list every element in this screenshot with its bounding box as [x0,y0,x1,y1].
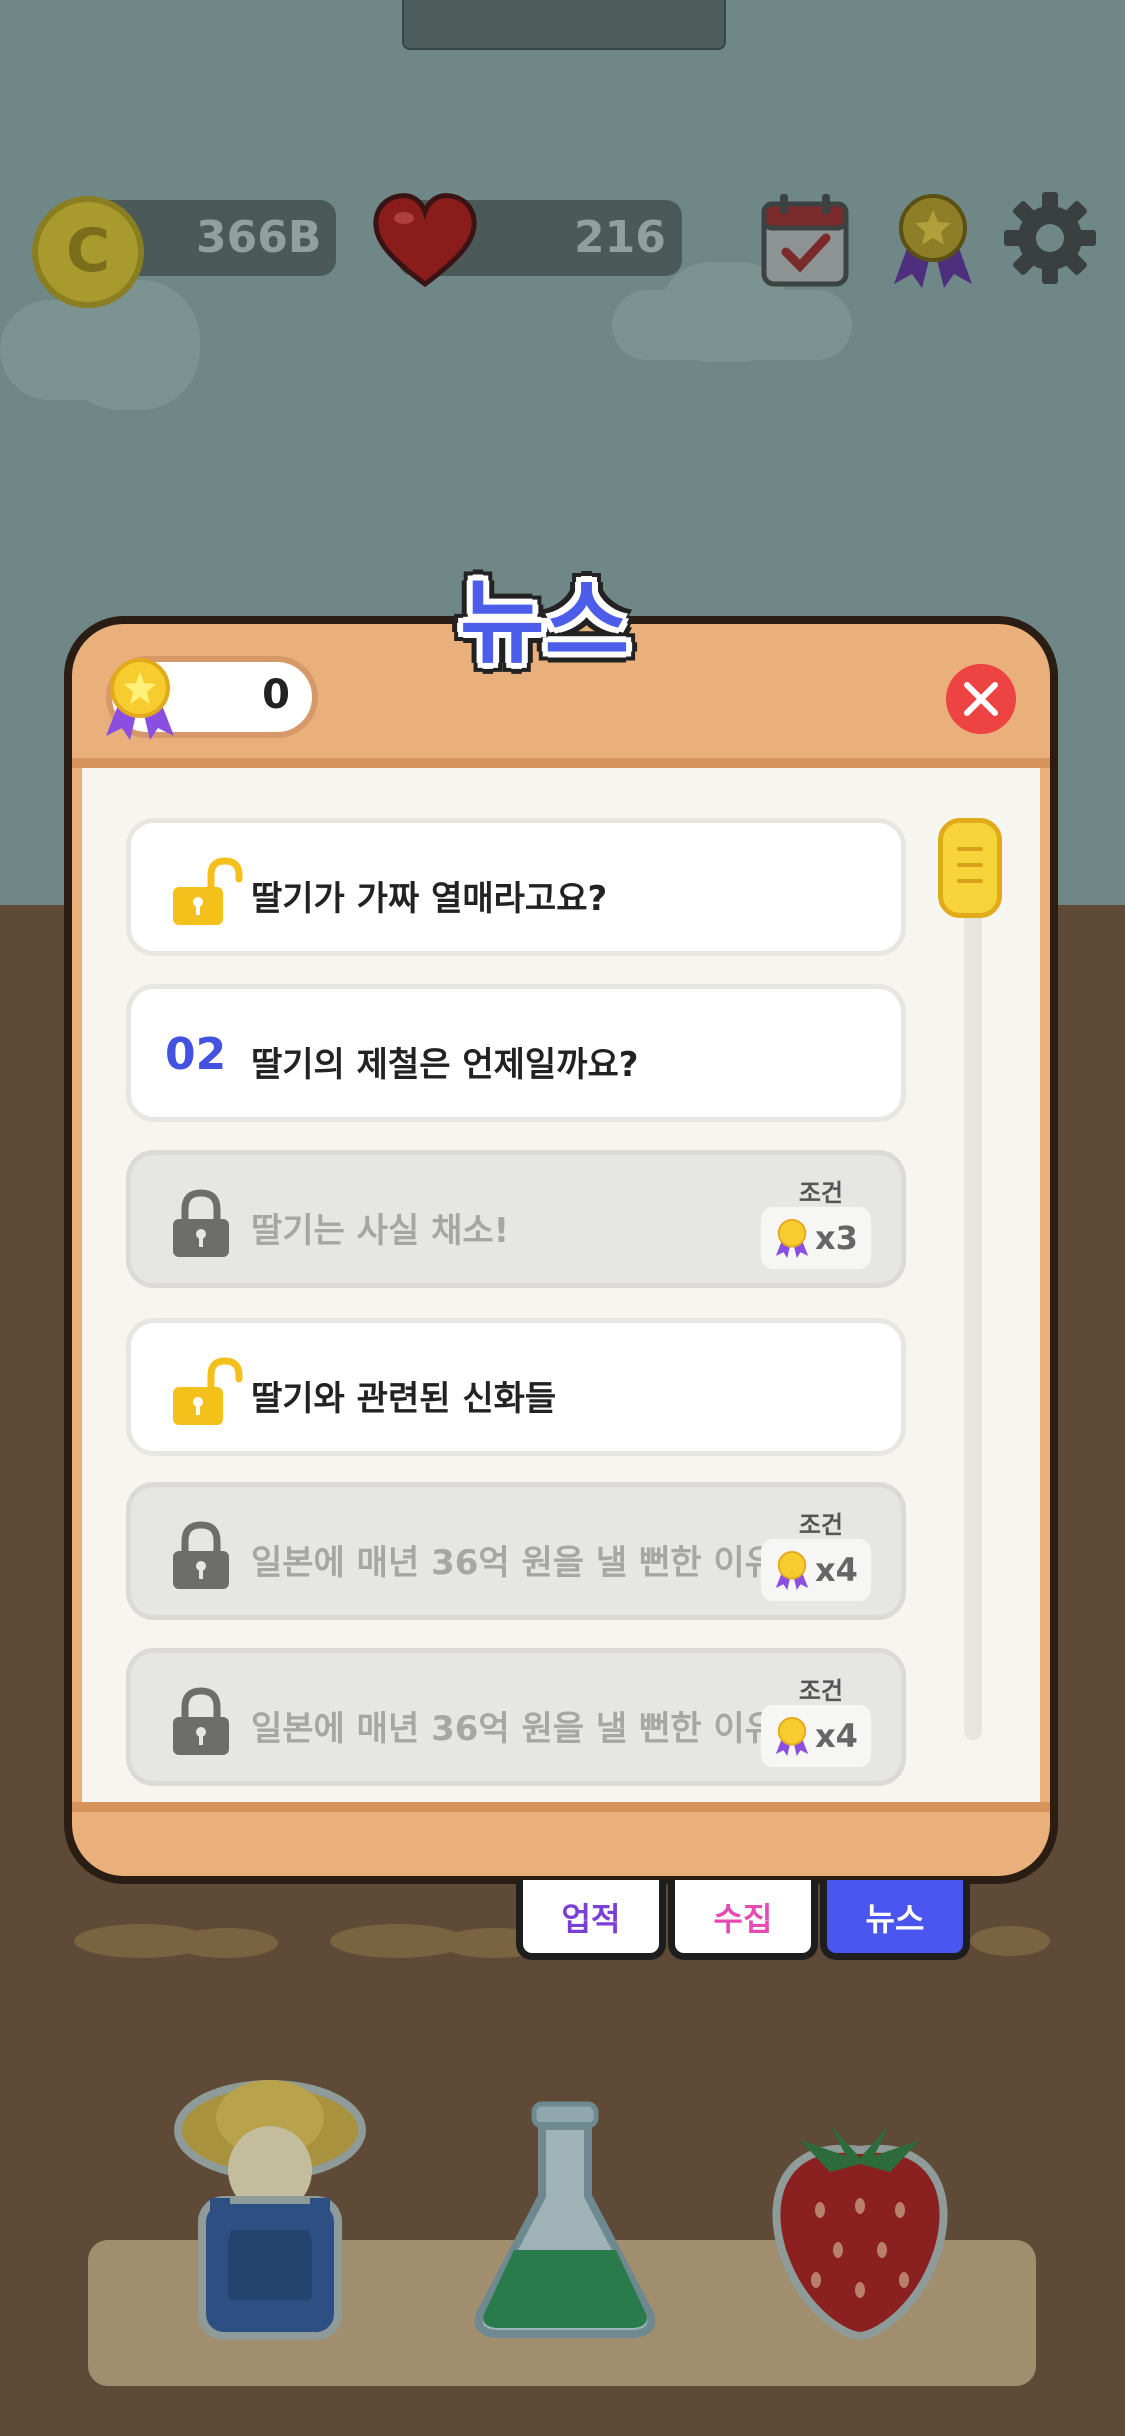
medal-icon [775,1219,809,1258]
top-banner-tab [402,0,726,50]
news-title: 일본에 매년 36억 원을 낼 뻔한 이유 [251,1543,776,1583]
scrollbar-track[interactable] [964,900,982,1740]
news-number: 02 [165,1029,227,1080]
news-item[interactable]: 딸기와 관련된 신화들 [126,1318,906,1456]
unlocked-padlock-icon [173,1357,243,1425]
padlock-icon [173,1687,229,1755]
tab-news[interactable]: 뉴스 [820,1880,970,1960]
condition-label: 조건 [798,1677,843,1705]
tab-label: 업적 [561,1900,621,1938]
news-item[interactable]: 02 딸기의 제철은 언제일까요? [126,984,906,1122]
requirement-count: x4 [815,1717,858,1755]
unlocked-padlock-icon [173,857,243,925]
medal-icon [106,658,174,740]
flask-icon[interactable] [470,2100,660,2340]
news-list: 딸기가 가짜 열매라고요? 02 딸기의 제철은 언제일까요? 딸기는 사실 채… [126,818,906,1792]
coin-icon: C [32,196,144,308]
achievement-medal-icon[interactable] [888,190,978,290]
calendar-icon[interactable] [760,190,850,290]
strawberry-icon[interactable] [760,2110,960,2340]
news-title: 딸기와 관련된 신화들 [251,1379,557,1419]
news-title: 딸기는 사실 채소! [251,1211,510,1251]
close-icon [964,682,998,716]
coin-value: 366B [196,212,322,263]
dialog-tabs: 업적 수집 뉴스 [516,1880,982,1960]
scrollbar-thumb[interactable] [938,818,1002,918]
header-divider [72,758,1050,768]
medal-icon [775,1717,809,1756]
padlock-icon [173,1189,229,1257]
footer-divider [72,1802,1050,1812]
tab-collection[interactable]: 수집 [668,1880,818,1960]
requirement-badge: x3 [761,1207,871,1269]
soil-mound [970,1926,1050,1956]
news-item-locked[interactable]: 일본에 매년 36억 원을 낼 뻔한 이유 조건 x4 [126,1482,906,1620]
dialog-title: 뉴스 [460,569,630,676]
requirement-count: x4 [815,1551,858,1589]
news-item-locked[interactable]: 딸기는 사실 채소! 조건 x3 [126,1150,906,1288]
requirement-badge: x4 [761,1539,871,1601]
medal-count: 0 [262,672,290,718]
dialog-title-container: 뉴스 [460,548,680,678]
news-item[interactable]: 딸기가 가짜 열매라고요? [126,818,906,956]
tab-label: 수집 [713,1900,773,1938]
news-item-locked[interactable]: 일본에 매년 36억 원을 낼 뻔한 이유 조건 x4 [126,1648,906,1786]
news-title: 딸기가 가짜 열매라고요? [251,879,608,919]
heart-icon [373,193,477,288]
tab-label: 뉴스 [865,1900,925,1938]
requirement-badge: x4 [761,1705,871,1767]
tab-achievements[interactable]: 업적 [516,1880,666,1960]
condition-label: 조건 [798,1511,843,1539]
soil-mound [174,1928,278,1958]
padlock-icon [173,1521,229,1589]
condition-label: 조건 [798,1179,843,1207]
gear-icon[interactable] [1002,190,1098,286]
heart-value: 216 [574,212,666,263]
news-title: 일본에 매년 36억 원을 낼 뻔한 이유 [251,1709,776,1749]
medal-icon [775,1551,809,1590]
close-button[interactable] [946,664,1016,734]
coin-symbol: C [65,216,111,286]
farmer-icon[interactable] [170,2070,370,2340]
news-title: 딸기의 제철은 언제일까요? [251,1045,639,1085]
requirement-count: x3 [815,1219,858,1257]
